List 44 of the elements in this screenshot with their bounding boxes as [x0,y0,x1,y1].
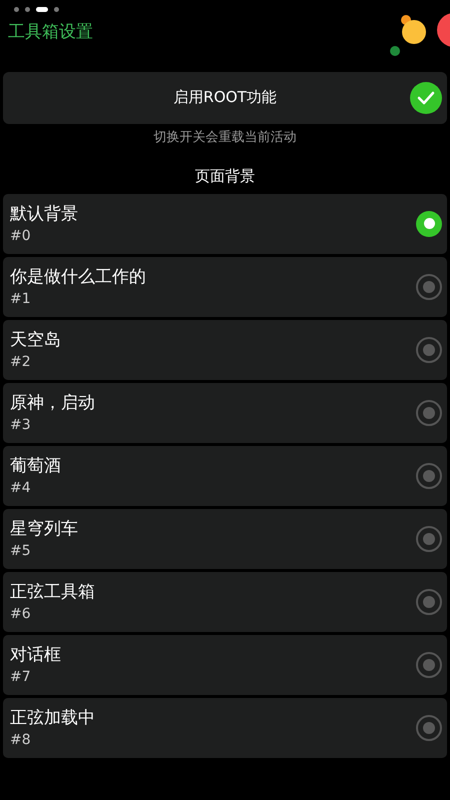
root-setting-card[interactable]: 启用ROOT功能 [3,72,447,124]
option-number: #6 [10,604,31,624]
setting-label: 启用ROOT功能 [173,87,277,108]
option-number: #3 [10,416,31,434]
background-option[interactable]: 对话框 #7 [3,634,447,694]
check-icon [417,90,435,104]
option-name: 原神，启动 [10,392,95,414]
background-option[interactable]: 默认背景 #0 [3,194,447,254]
background-option[interactable]: 葡萄酒 #4 [3,446,447,506]
option-name: 默认背景 [10,202,78,226]
radio-button[interactable] [416,588,442,614]
background-option[interactable]: 正弦工具箱 #6 [3,572,447,632]
background-option[interactable]: 原神，启动 #3 [3,382,447,442]
option-number: #8 [10,730,31,750]
radio-button[interactable] [416,400,442,426]
radio-button[interactable] [416,526,442,552]
background-option[interactable]: 星穹列车 #5 [3,508,447,568]
option-name: 你是做什么工作的 [10,266,146,288]
option-number: #5 [10,542,31,560]
radio-button[interactable] [416,274,442,300]
radio-button[interactable] [416,714,442,740]
option-number: #0 [10,226,31,246]
option-name: 正弦加载中 [10,706,95,730]
radio-button[interactable] [416,462,442,488]
background-option[interactable]: 正弦加载中 #8 [3,698,447,758]
option-number: #7 [10,668,31,686]
check-toggle[interactable] [410,82,442,114]
background-option[interactable]: 你是做什么工作的 #1 [3,256,447,316]
option-name: 葡萄酒 [10,454,61,478]
decorative-bubbles-drawing [388,12,450,58]
background-option[interactable]: 天空岛 #2 [3,320,447,380]
option-name: 天空岛 [10,328,61,352]
option-number: #2 [10,352,31,372]
option-name: 正弦工具箱 [10,580,95,604]
option-name: 星穹列车 [10,518,78,540]
radio-button[interactable] [416,336,442,362]
hint-text: 切换开关会重载当前活动 [154,128,296,146]
page-title: 工具箱设置 [7,21,93,44]
radio-button[interactable] [416,210,442,236]
option-name: 对话框 [10,644,61,666]
option-number: #4 [10,478,31,498]
section-title: 页面背景 [195,166,255,187]
radio-button[interactable] [416,652,442,678]
option-number: #1 [10,290,31,308]
